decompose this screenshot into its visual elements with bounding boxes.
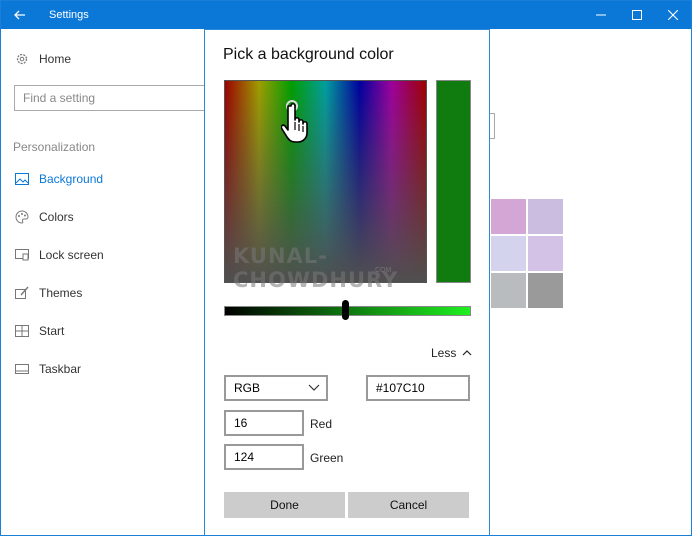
less-label: Less [431, 346, 457, 360]
sidebar-item-lock-screen[interactable]: Lock screen [13, 244, 104, 266]
color-model-select[interactable]: RGB [224, 375, 328, 401]
search-input[interactable]: Find a setting [14, 85, 206, 111]
sidebar: Home Find a setting Personalization Back… [1, 29, 206, 535]
sidebar-item-home[interactable]: Home [13, 48, 71, 70]
red-input[interactable]: 16 [224, 410, 304, 436]
settings-window: Settings Home Find a setting Personaliza… [0, 0, 692, 536]
done-button[interactable]: Done [224, 492, 345, 518]
dialog-title: Pick a background color [223, 46, 394, 63]
minimize-icon [596, 14, 606, 16]
color-preview [436, 80, 471, 283]
close-button[interactable] [653, 1, 691, 29]
palette-icon [13, 210, 31, 224]
sidebar-item-taskbar[interactable]: Taskbar [13, 358, 81, 380]
gear-icon [13, 52, 31, 66]
taskbar-icon [13, 362, 31, 376]
lock-screen-icon [13, 248, 31, 262]
sidebar-item-label: Lock screen [39, 248, 104, 262]
maximize-button[interactable] [617, 1, 657, 29]
sidebar-item-label: Themes [39, 286, 83, 300]
sidebar-item-start[interactable]: Start [13, 320, 64, 342]
slider-thumb[interactable] [341, 300, 349, 320]
sidebar-item-label: Background [39, 172, 104, 186]
close-icon [668, 10, 678, 20]
picture-icon [13, 172, 31, 186]
section-heading: Personalization [13, 140, 96, 154]
sidebar-item-label: Home [39, 52, 72, 66]
hex-input[interactable]: #107C10 [366, 375, 470, 401]
back-arrow-icon [14, 10, 25, 20]
hand-cursor-icon [281, 102, 308, 143]
sidebar-item-colors[interactable]: Colors [13, 206, 74, 228]
watermark-sub: .COM [373, 267, 392, 274]
color-swatch[interactable] [491, 236, 526, 271]
color-swatch[interactable] [528, 199, 563, 234]
cancel-button[interactable]: Cancel [348, 492, 469, 518]
sidebar-item-background[interactable]: Background [13, 168, 103, 190]
brush-icon [13, 286, 31, 300]
minimize-button[interactable] [581, 1, 621, 29]
green-label: Green [310, 451, 344, 465]
sidebar-item-themes[interactable]: Themes [13, 282, 82, 304]
less-toggle[interactable]: Less [431, 346, 472, 360]
chevron-down-icon [308, 384, 320, 391]
chevron-up-icon [462, 350, 472, 356]
window-title: Settings [49, 9, 89, 21]
sidebar-item-label: Colors [39, 210, 74, 224]
back-button[interactable] [1, 1, 39, 29]
red-label: Red [310, 417, 333, 431]
start-icon [13, 324, 31, 338]
color-swatch[interactable] [528, 236, 563, 271]
color-swatch[interactable] [491, 199, 526, 234]
title-bar: Settings [1, 1, 691, 29]
color-swatch[interactable] [491, 273, 526, 308]
green-input[interactable]: 124 [224, 444, 304, 470]
color-picker-dialog: Pick a background color KUNAL-CHOWDHURY … [204, 29, 490, 535]
color-model-value: RGB [234, 381, 261, 395]
sidebar-item-label: Start [39, 324, 65, 338]
maximize-icon [632, 10, 642, 20]
sidebar-item-label: Taskbar [39, 362, 82, 376]
color-swatch[interactable] [528, 273, 563, 308]
